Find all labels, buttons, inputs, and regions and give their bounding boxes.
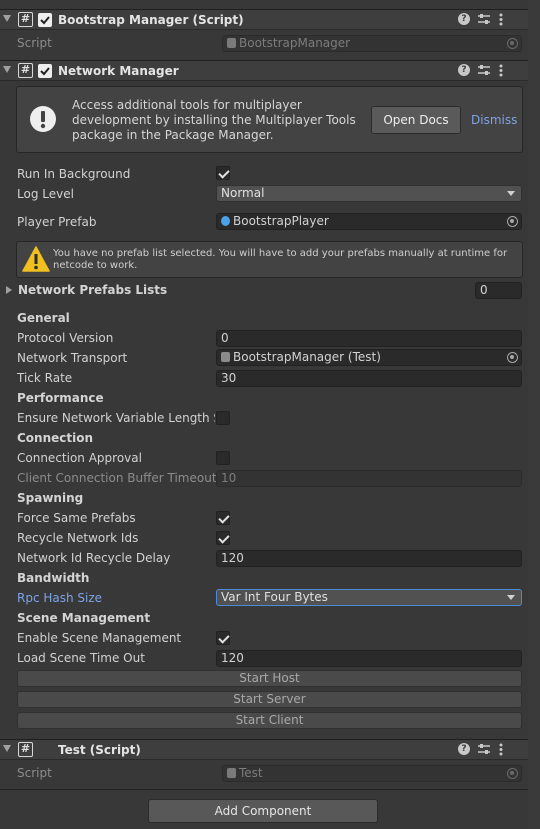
foldout-arrow-icon[interactable] <box>3 66 11 73</box>
rpc-hash-size-value: Var Int Four Bytes <box>221 590 328 604</box>
rpc-hash-size-dropdown[interactable]: Var Int Four Bytes <box>216 589 522 606</box>
script-file-icon <box>227 768 236 778</box>
player-prefab-label: Player Prefab <box>17 215 97 229</box>
script-label: Script <box>17 766 52 780</box>
network-transport-label: Network Transport <box>17 351 128 365</box>
help-icon[interactable]: ? <box>458 13 470 25</box>
recycle-delay-label: Network Id Recycle Delay <box>17 551 171 565</box>
kebab-menu-icon[interactable] <box>499 64 503 77</box>
script-value: BootstrapManager <box>239 36 351 50</box>
rpc-hash-size-label: Rpc Hash Size <box>17 591 103 605</box>
presets-icon[interactable] <box>477 13 491 25</box>
add-component-button[interactable]: Add Component <box>148 799 378 823</box>
start-server-button[interactable]: Start Server <box>17 691 522 708</box>
object-picker-icon[interactable] <box>507 768 518 779</box>
run-in-background-toggle[interactable] <box>216 166 230 180</box>
connection-section-header: Connection <box>17 431 94 445</box>
recycle-delay-field[interactable]: 120 <box>216 550 522 567</box>
script-file-icon <box>221 352 230 362</box>
network-prefabs-lists-foldout[interactable]: Network Prefabs Lists <box>18 283 167 297</box>
ensure-length-toggle[interactable] <box>216 411 230 425</box>
kebab-menu-icon[interactable] <box>499 743 503 756</box>
component-title: Bootstrap Manager (Script) <box>58 13 244 27</box>
component-title: Test (Script) <box>58 743 141 757</box>
network-transport-value: BootstrapManager (Test) <box>233 350 381 364</box>
dismiss-link[interactable]: Dismiss <box>471 113 517 127</box>
tick-rate-label: Tick Rate <box>17 371 73 385</box>
script-file-icon <box>227 38 236 48</box>
load-scene-timeout-field[interactable]: 120 <box>216 650 522 667</box>
ensure-length-label: Ensure Network Variable Length Sa <box>17 411 215 425</box>
log-level-value: Normal <box>221 186 265 200</box>
spawning-section-header: Spawning <box>17 491 84 505</box>
help-icon[interactable]: ? <box>458 64 470 76</box>
start-client-button[interactable]: Start Client <box>17 712 522 729</box>
player-prefab-value: BootstrapPlayer <box>233 214 329 228</box>
script-icon: # <box>18 63 33 78</box>
enable-scene-management-toggle[interactable] <box>216 631 230 645</box>
general-section-header: General <box>17 311 70 325</box>
start-host-button[interactable]: Start Host <box>17 670 522 687</box>
component-enabled-checkbox[interactable] <box>38 13 52 27</box>
script-label: Script <box>17 36 52 50</box>
network-transport-field[interactable]: BootstrapManager (Test) <box>216 349 522 366</box>
component-enabled-checkbox[interactable] <box>38 64 52 78</box>
script-value: Test <box>239 766 263 780</box>
script-icon: # <box>18 12 33 27</box>
warning-text: You have no prefab list selected. You wi… <box>53 248 508 271</box>
force-same-prefabs-toggle[interactable] <box>216 511 230 525</box>
connection-approval-label: Connection Approval <box>17 451 142 465</box>
connection-approval-toggle[interactable] <box>216 451 230 465</box>
scene-management-section-header: Scene Management <box>17 611 151 625</box>
dropdown-arrow-icon <box>507 595 515 600</box>
log-level-label: Log Level <box>17 187 74 201</box>
foldout-arrow-icon[interactable] <box>3 15 11 22</box>
bandwidth-section-header: Bandwidth <box>17 571 90 585</box>
client-buffer-timeout-field: 10 <box>216 470 522 487</box>
protocol-version-label: Protocol Version <box>17 331 114 345</box>
script-icon: # <box>18 742 33 757</box>
scrollbar-track[interactable] <box>528 0 540 829</box>
tick-rate-field[interactable]: 30 <box>216 370 522 387</box>
presets-icon[interactable] <box>477 64 491 76</box>
dropdown-arrow-icon <box>507 191 515 196</box>
client-buffer-timeout-label: Client Connection Buffer Timeout <box>17 471 217 485</box>
log-level-dropdown[interactable]: Normal <box>216 185 522 202</box>
bootstrap-component-header[interactable]: # Bootstrap Manager (Script) ? <box>0 9 528 30</box>
script-field[interactable]: BootstrapManager <box>222 35 522 52</box>
warning-icon <box>22 246 50 272</box>
divider <box>0 789 528 790</box>
no-prefab-list-warning: You have no prefab list selected. You wi… <box>16 241 523 278</box>
foldout-arrow-icon[interactable] <box>6 286 12 294</box>
presets-icon[interactable] <box>477 743 491 755</box>
load-scene-timeout-label: Load Scene Time Out <box>17 651 145 665</box>
component-title: Network Manager <box>58 64 179 78</box>
recycle-network-ids-label: Recycle Network Ids <box>17 531 139 545</box>
enable-scene-management-label: Enable Scene Management <box>17 631 182 645</box>
object-picker-icon[interactable] <box>507 352 518 363</box>
test-component-header[interactable]: # Test (Script) ? <box>0 739 528 760</box>
recycle-network-ids-toggle[interactable] <box>216 531 230 545</box>
open-docs-button[interactable]: Open Docs <box>371 106 461 134</box>
force-same-prefabs-label: Force Same Prefabs <box>17 511 136 525</box>
run-in-background-label: Run In Background <box>17 167 131 181</box>
foldout-arrow-icon[interactable] <box>3 745 11 752</box>
object-picker-icon[interactable] <box>507 38 518 49</box>
prefab-lists-count-field[interactable]: 0 <box>475 282 522 299</box>
script-field[interactable]: Test <box>222 765 522 782</box>
infobox-text: Access additional tools for multiplayer … <box>72 98 356 142</box>
player-prefab-field[interactable]: BootstrapPlayer <box>216 213 522 230</box>
network-manager-header[interactable]: # Network Manager ? <box>0 60 528 81</box>
performance-section-header: Performance <box>17 391 104 405</box>
multiplayer-tools-infobox: Access additional tools for multiplayer … <box>16 86 523 153</box>
object-picker-icon[interactable] <box>507 216 518 227</box>
prefab-icon <box>221 216 230 226</box>
protocol-version-field[interactable]: 0 <box>216 330 522 347</box>
info-icon <box>30 106 56 132</box>
kebab-menu-icon[interactable] <box>499 13 503 26</box>
help-icon[interactable]: ? <box>458 743 470 755</box>
